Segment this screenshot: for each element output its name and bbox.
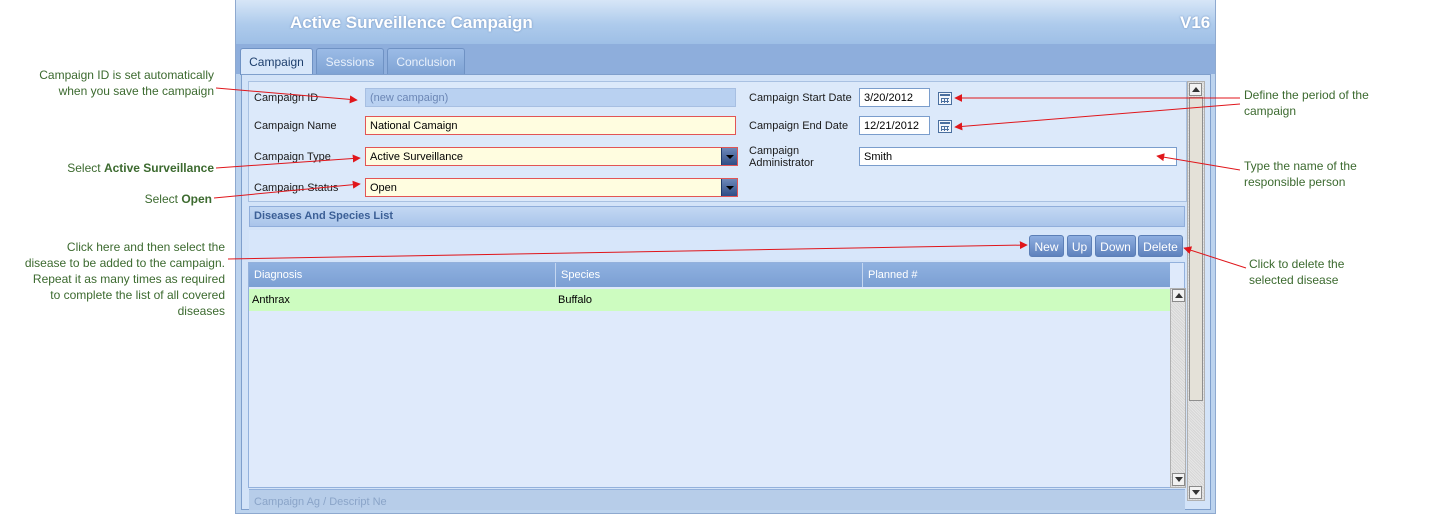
end-date-label: Campaign End Date xyxy=(749,120,849,132)
down-button[interactable]: Down xyxy=(1095,235,1136,257)
campaign-status-select[interactable]: Open xyxy=(365,178,738,197)
annotation-bold: Open xyxy=(181,192,212,206)
annotation-bold: Active Surveillance xyxy=(103,161,214,175)
tab-sessions[interactable]: Sessions xyxy=(316,48,384,74)
annotation-line: Type the name of the xyxy=(1244,159,1357,173)
delete-button[interactable]: Delete xyxy=(1138,235,1183,257)
annotation-line: Click here and then select the xyxy=(66,240,225,254)
annotation-period: Define the period of the campaign xyxy=(1244,87,1444,119)
column-header-planned[interactable]: Planned # xyxy=(868,269,918,281)
chevron-down-icon[interactable] xyxy=(721,179,737,196)
calendar-icon[interactable] xyxy=(938,120,952,133)
column-header-species[interactable]: Species xyxy=(561,269,600,281)
campaign-status-label: Campaign Status xyxy=(254,182,339,194)
administrator-input[interactable]: Smith xyxy=(859,147,1177,166)
annotation-line: selected disease xyxy=(1249,273,1339,287)
annotation-delete: Click to delete the selected disease xyxy=(1249,256,1444,288)
annotation-line: Campaign ID is set automatically xyxy=(39,68,214,82)
start-date-input[interactable]: 3/20/2012 xyxy=(859,88,930,107)
annotation-campaign-id: Campaign ID is set automatically when yo… xyxy=(10,67,214,99)
up-button[interactable]: Up xyxy=(1067,235,1092,257)
annotation-campaign-status: Select Open xyxy=(10,191,212,207)
campaign-name-label: Campaign Name xyxy=(254,120,337,132)
campaign-status-value: Open xyxy=(370,182,397,194)
column-divider xyxy=(862,263,863,287)
cell-diagnosis: Anthrax xyxy=(252,294,290,306)
tab-campaign[interactable]: Campaign xyxy=(240,48,313,75)
annotation-line: to complete the list of all covered xyxy=(50,288,225,302)
annotation-line: Define the period of the xyxy=(1244,88,1369,102)
annotation-text: Select xyxy=(67,161,101,175)
start-date-label: Campaign Start Date xyxy=(749,92,852,104)
scroll-up-icon[interactable] xyxy=(1189,83,1202,96)
annotation-line: diseases xyxy=(177,304,225,318)
annotation-administrator: Type the name of the responsible person xyxy=(1244,158,1444,190)
calendar-icon[interactable] xyxy=(938,92,952,105)
column-divider xyxy=(555,263,556,287)
campaign-id-label: Campaign ID xyxy=(254,92,319,104)
column-header-diagnosis[interactable]: Diagnosis xyxy=(254,269,302,281)
cell-species: Buffalo xyxy=(558,294,593,306)
campaign-type-value: Active Surveillance xyxy=(370,151,463,163)
scroll-down-icon[interactable] xyxy=(1172,473,1185,486)
grid-header xyxy=(249,263,1170,287)
annotation-campaign-type: Select Active Surveillance xyxy=(10,160,214,176)
campaign-type-select[interactable]: Active Surveillance xyxy=(365,147,738,166)
annotation-line: responsible person xyxy=(1244,175,1346,189)
annotation-new-button: Click here and then select the disease t… xyxy=(0,239,225,319)
bottom-section-title: Campaign Ag / Descript Ne xyxy=(254,496,387,508)
annotation-text: Select xyxy=(144,192,178,206)
campaign-name-input[interactable]: National Camaign xyxy=(365,116,736,135)
tab-conclusion[interactable]: Conclusion xyxy=(387,48,465,74)
campaign-id-field: (new campaign) xyxy=(365,88,736,107)
table-row[interactable] xyxy=(249,289,1170,311)
end-date-input[interactable]: 12/21/2012 xyxy=(859,116,930,135)
annotation-line: Repeat it as many times as required xyxy=(32,272,225,286)
annotation-line: campaign xyxy=(1244,104,1297,118)
administrator-label-line1: Campaign xyxy=(749,145,800,157)
scroll-thumb[interactable] xyxy=(1189,97,1203,401)
diseases-section-title: Diseases And Species List xyxy=(254,210,393,222)
campaign-type-label: Campaign Type xyxy=(254,151,331,163)
chevron-down-icon[interactable] xyxy=(721,148,737,165)
annotation-line: when you save the campaign xyxy=(58,84,214,98)
scroll-up-icon[interactable] xyxy=(1172,289,1185,302)
annotation-line: Click to delete the xyxy=(1249,257,1345,271)
version-label: V16 xyxy=(1180,13,1211,32)
window-title: Active Surveillence Campaign xyxy=(290,13,533,32)
administrator-label-line2: Administrator xyxy=(749,157,814,169)
annotation-line: disease to be added to the campaign. xyxy=(24,256,225,270)
bottom-section-header[interactable] xyxy=(249,489,1185,510)
scroll-down-icon[interactable] xyxy=(1189,486,1202,499)
new-button[interactable]: New xyxy=(1029,235,1064,257)
grid-scrollbar[interactable] xyxy=(1170,288,1186,488)
administrator-label: Campaign Administrator xyxy=(749,145,814,169)
